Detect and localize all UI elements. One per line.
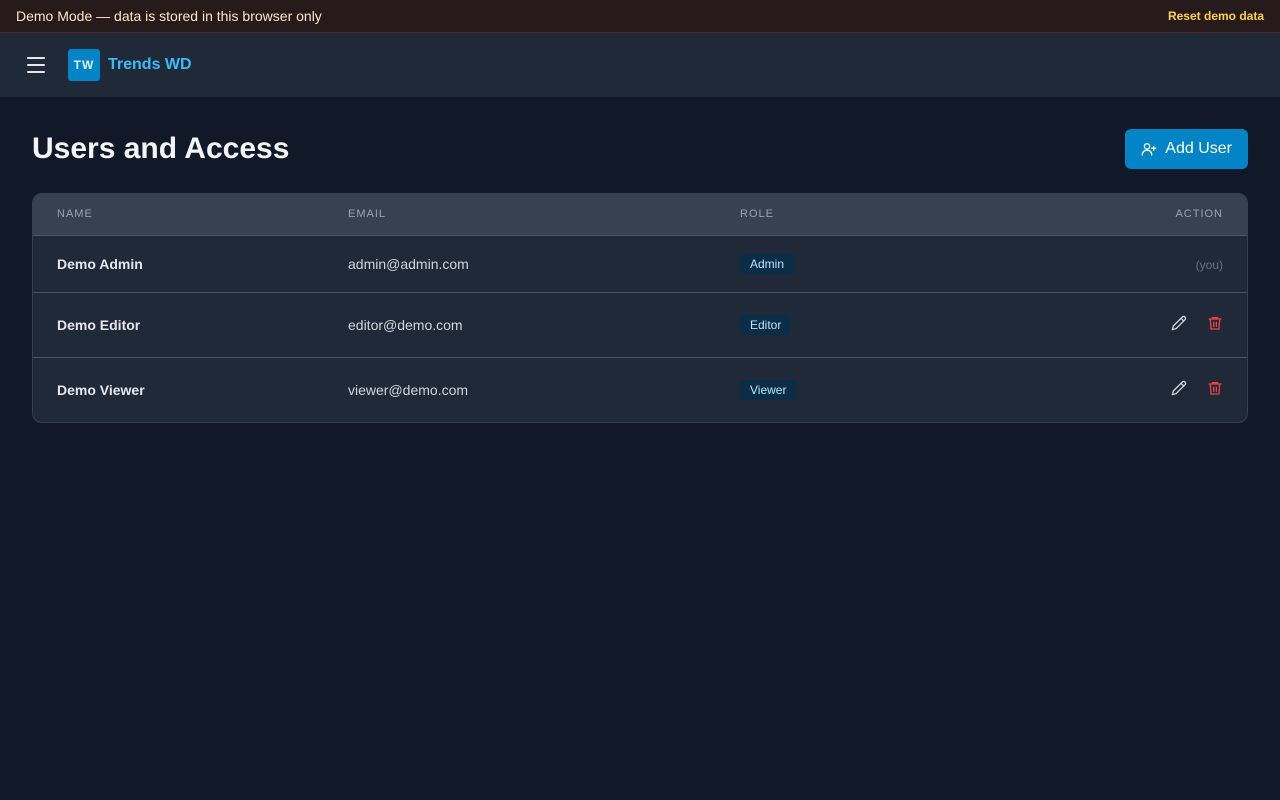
app-logo[interactable]: TW bbox=[68, 49, 100, 81]
demo-banner: Demo Mode — data is stored in this brows… bbox=[0, 0, 1280, 33]
current-user-label: (you) bbox=[1195, 257, 1223, 272]
column-header-name: NAME bbox=[57, 208, 93, 221]
user-role-cell: Admin bbox=[740, 235, 1040, 292]
edit-pencil-icon[interactable] bbox=[1171, 380, 1187, 396]
reset-demo-data-link[interactable]: Reset demo data bbox=[1168, 9, 1264, 23]
table-row: Demo Editor editor@demo.com Editor bbox=[33, 292, 1247, 357]
app-brand-name[interactable]: Trends WD bbox=[108, 56, 192, 74]
table-header-row: NAME EMAIL ROLE ACTION bbox=[33, 194, 1247, 235]
main-content: Users and Access Add User NAME EMAIL ROL… bbox=[0, 97, 1280, 455]
user-name: Demo Admin bbox=[57, 255, 143, 272]
user-name: Demo Viewer bbox=[57, 381, 145, 398]
table-row: Demo Admin admin@admin.com Admin (you) bbox=[33, 235, 1247, 292]
user-role-cell: Editor bbox=[740, 292, 1040, 357]
page-header: Users and Access Add User bbox=[32, 129, 1248, 169]
user-action-cell: (you) bbox=[1040, 235, 1247, 292]
user-email: admin@admin.com bbox=[348, 255, 469, 272]
user-plus-icon bbox=[1141, 141, 1157, 157]
role-badge: Editor bbox=[740, 314, 792, 335]
column-header-role: ROLE bbox=[740, 208, 774, 221]
add-user-button-label: Add User bbox=[1165, 140, 1232, 157]
column-header-email: EMAIL bbox=[348, 208, 387, 221]
table-row: Demo Viewer viewer@demo.com Viewer bbox=[33, 357, 1247, 422]
users-table: NAME EMAIL ROLE ACTION Demo Admin admin@… bbox=[32, 193, 1248, 423]
add-user-button[interactable]: Add User bbox=[1125, 129, 1248, 169]
user-role-cell: Viewer bbox=[740, 357, 1040, 422]
hamburger-menu-icon[interactable] bbox=[24, 53, 48, 77]
user-action-cell bbox=[1040, 357, 1247, 422]
role-badge: Viewer bbox=[740, 379, 797, 400]
user-action-cell bbox=[1040, 292, 1247, 357]
column-header-action: ACTION bbox=[1175, 208, 1223, 221]
edit-pencil-icon[interactable] bbox=[1171, 315, 1187, 331]
page-title: Users and Access bbox=[32, 132, 290, 165]
delete-trash-icon[interactable] bbox=[1207, 380, 1223, 396]
delete-trash-icon[interactable] bbox=[1207, 315, 1223, 331]
user-name: Demo Editor bbox=[57, 316, 141, 333]
demo-banner-message: Demo Mode — data is stored in this brows… bbox=[16, 8, 322, 24]
role-badge: Admin bbox=[740, 253, 795, 274]
user-email: editor@demo.com bbox=[348, 316, 463, 333]
top-navbar: TW Trends WD bbox=[0, 33, 1280, 97]
user-email: viewer@demo.com bbox=[348, 381, 469, 398]
